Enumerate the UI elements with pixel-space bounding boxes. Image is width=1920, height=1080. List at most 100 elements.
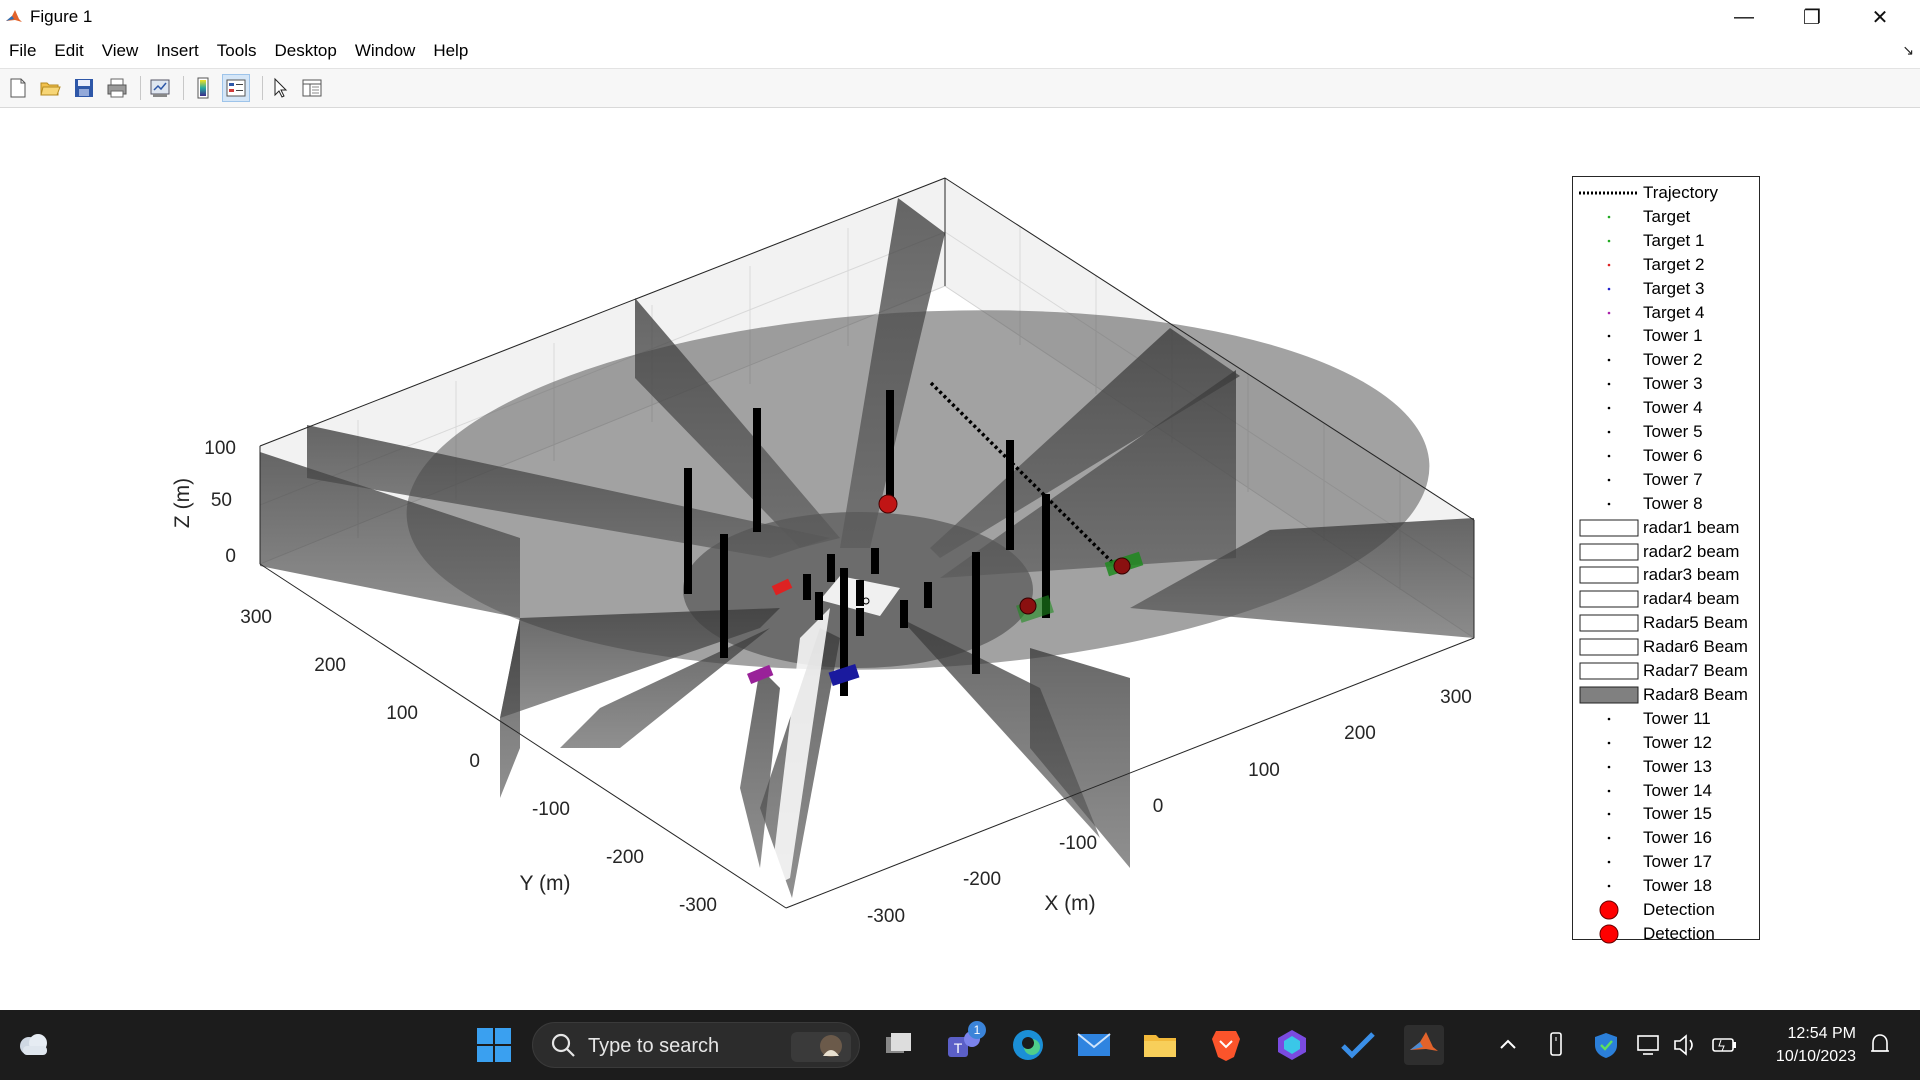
legend-label: radar4 beam xyxy=(1643,589,1740,609)
legend-symbol xyxy=(1579,611,1639,635)
menu-view[interactable]: View xyxy=(93,41,148,61)
legend-entry[interactable]: Target 4 xyxy=(1573,301,1759,325)
legend-label: Tower 18 xyxy=(1643,876,1712,896)
legend-entry[interactable]: Tower 18 xyxy=(1573,874,1759,898)
legend-entry[interactable]: radar3 beam xyxy=(1573,563,1759,587)
legend-symbol xyxy=(1579,444,1639,468)
legend-label: Detection xyxy=(1643,923,1715,943)
legend-entry[interactable]: Tower 14 xyxy=(1573,779,1759,803)
legend-entry[interactable]: Target xyxy=(1573,205,1759,229)
legend-symbol xyxy=(1579,301,1639,325)
insert-legend-button[interactable] xyxy=(222,74,250,102)
legend-label: Tower 11 xyxy=(1643,708,1711,728)
plot-3d-axes[interactable]: 0 50 100 Z (m) 300 200 100 0 -100 -200 -… xyxy=(0,108,1560,1008)
property-inspector-button[interactable] xyxy=(298,74,326,102)
window-title: Figure 1 xyxy=(30,7,93,26)
legend-entry[interactable]: Tower 8 xyxy=(1573,492,1759,516)
file-explorer-button[interactable] xyxy=(1140,1025,1180,1065)
mail-button[interactable] xyxy=(1074,1025,1114,1065)
checkmark-icon xyxy=(1341,1032,1375,1059)
legend-entry[interactable]: Tower 11 xyxy=(1573,707,1759,731)
legend-label: Tower 5 xyxy=(1643,422,1703,441)
legend-entry[interactable]: Target 3 xyxy=(1573,277,1759,301)
y-axis-label: Y (m) xyxy=(520,872,571,895)
taskbar-search[interactable]: Type to search xyxy=(532,1022,860,1068)
legend-entry[interactable]: radar2 beam xyxy=(1573,540,1759,564)
weather-widget[interactable] xyxy=(14,1025,54,1065)
notifications-button[interactable] xyxy=(1860,1025,1900,1065)
security-tray-button[interactable] xyxy=(1586,1025,1626,1065)
show-hidden-icons-button[interactable] xyxy=(1488,1025,1528,1065)
legend-entry[interactable]: radar4 beam xyxy=(1573,587,1759,611)
menu-window[interactable]: Window xyxy=(346,41,424,61)
matlab-taskbar-button[interactable] xyxy=(1404,1025,1444,1065)
network-tray-button[interactable] xyxy=(1630,1025,1670,1065)
new-figure-button[interactable] xyxy=(4,74,32,102)
legend-label: Tower 8 xyxy=(1643,493,1703,513)
menu-tools[interactable]: Tools xyxy=(208,41,266,61)
legend-entry[interactable]: Tower 5 xyxy=(1573,420,1759,444)
legend-entry[interactable]: Tower 15 xyxy=(1573,802,1759,826)
close-button[interactable]: ✕ xyxy=(1846,0,1914,34)
legend-symbol xyxy=(1579,324,1639,348)
print-button[interactable] xyxy=(103,74,131,102)
legend-label: Tower 17 xyxy=(1643,852,1712,872)
search-placeholder: Type to search xyxy=(588,1035,720,1057)
todo-button[interactable] xyxy=(1338,1025,1378,1065)
restore-button[interactable]: ❐ xyxy=(1778,0,1846,34)
edge-button[interactable] xyxy=(1008,1025,1048,1065)
save-button[interactable] xyxy=(70,74,98,102)
menu-help[interactable]: Help xyxy=(424,41,477,61)
legend-label: radar3 beam xyxy=(1643,565,1740,585)
legend-entry[interactable]: Tower 6 xyxy=(1573,444,1759,468)
copilot-button[interactable] xyxy=(1272,1025,1312,1065)
legend-entry[interactable]: Radar6 Beam xyxy=(1573,635,1759,659)
open-file-button[interactable] xyxy=(36,74,64,102)
teams-button[interactable]: T 1 xyxy=(942,1021,986,1065)
legend-entry[interactable]: Trajectory xyxy=(1573,181,1759,205)
volume-tray-button[interactable] xyxy=(1666,1025,1706,1065)
usb-tray-button[interactable] xyxy=(1536,1025,1576,1065)
battery-tray-button[interactable] xyxy=(1704,1025,1744,1065)
legend-symbol xyxy=(1579,540,1639,564)
legend-entry[interactable]: Radar7 Beam xyxy=(1573,659,1759,683)
legend-entry[interactable]: Tower 1 xyxy=(1573,324,1759,348)
menu-insert[interactable]: Insert xyxy=(147,41,208,61)
brave-browser-button[interactable] xyxy=(1206,1025,1246,1065)
legend-symbol xyxy=(1579,516,1639,540)
legend-entry[interactable]: Tower 16 xyxy=(1573,826,1759,850)
legend-label: Target 4 xyxy=(1643,302,1705,322)
legend-entry[interactable]: Tower 4 xyxy=(1573,396,1759,420)
legend-entry[interactable]: Tower 17 xyxy=(1573,850,1759,874)
insert-colorbar-button[interactable] xyxy=(189,74,217,102)
legend-entry[interactable]: Tower 3 xyxy=(1573,372,1759,396)
link-plot-button[interactable] xyxy=(146,74,174,102)
start-button[interactable] xyxy=(474,1025,514,1065)
legend-entry[interactable]: Tower 2 xyxy=(1573,348,1759,372)
teams-badge: 1 xyxy=(968,1021,986,1039)
dock-arrow-icon[interactable]: ↘ xyxy=(1902,42,1914,59)
legend-entry[interactable]: Target 1 xyxy=(1573,229,1759,253)
detection-2 xyxy=(1113,557,1131,575)
x-axis-label: X (m) xyxy=(1044,892,1095,915)
menu-file[interactable]: File xyxy=(0,41,45,61)
task-view-button[interactable] xyxy=(878,1025,918,1065)
battery-icon xyxy=(1712,1038,1736,1052)
legend-entry[interactable]: Tower 12 xyxy=(1573,731,1759,755)
legend-symbol xyxy=(1579,587,1639,611)
legend-entry[interactable]: Detection xyxy=(1573,898,1759,922)
legend-symbol xyxy=(1579,396,1639,420)
legend[interactable]: Trajectory Target Target 1 Target 2 Target 3… xyxy=(1572,176,1760,944)
edit-plot-button[interactable] xyxy=(266,74,294,102)
legend-entry[interactable]: Radar8 Beam xyxy=(1573,683,1759,707)
legend-entry[interactable]: Target 2 xyxy=(1573,253,1759,277)
minimize-button[interactable]: — xyxy=(1710,0,1778,34)
legend-entry[interactable]: Tower 7 xyxy=(1573,468,1759,492)
clock[interactable]: 12:54 PM 10/10/2023 xyxy=(1776,1022,1856,1068)
legend-entry[interactable]: Detection xyxy=(1573,922,1759,946)
legend-entry[interactable]: Radar5 Beam xyxy=(1573,611,1759,635)
legend-entry[interactable]: Tower 13 xyxy=(1573,755,1759,779)
legend-entry[interactable]: radar1 beam xyxy=(1573,516,1759,540)
menu-desktop[interactable]: Desktop xyxy=(265,41,345,61)
menu-edit[interactable]: Edit xyxy=(45,41,92,61)
